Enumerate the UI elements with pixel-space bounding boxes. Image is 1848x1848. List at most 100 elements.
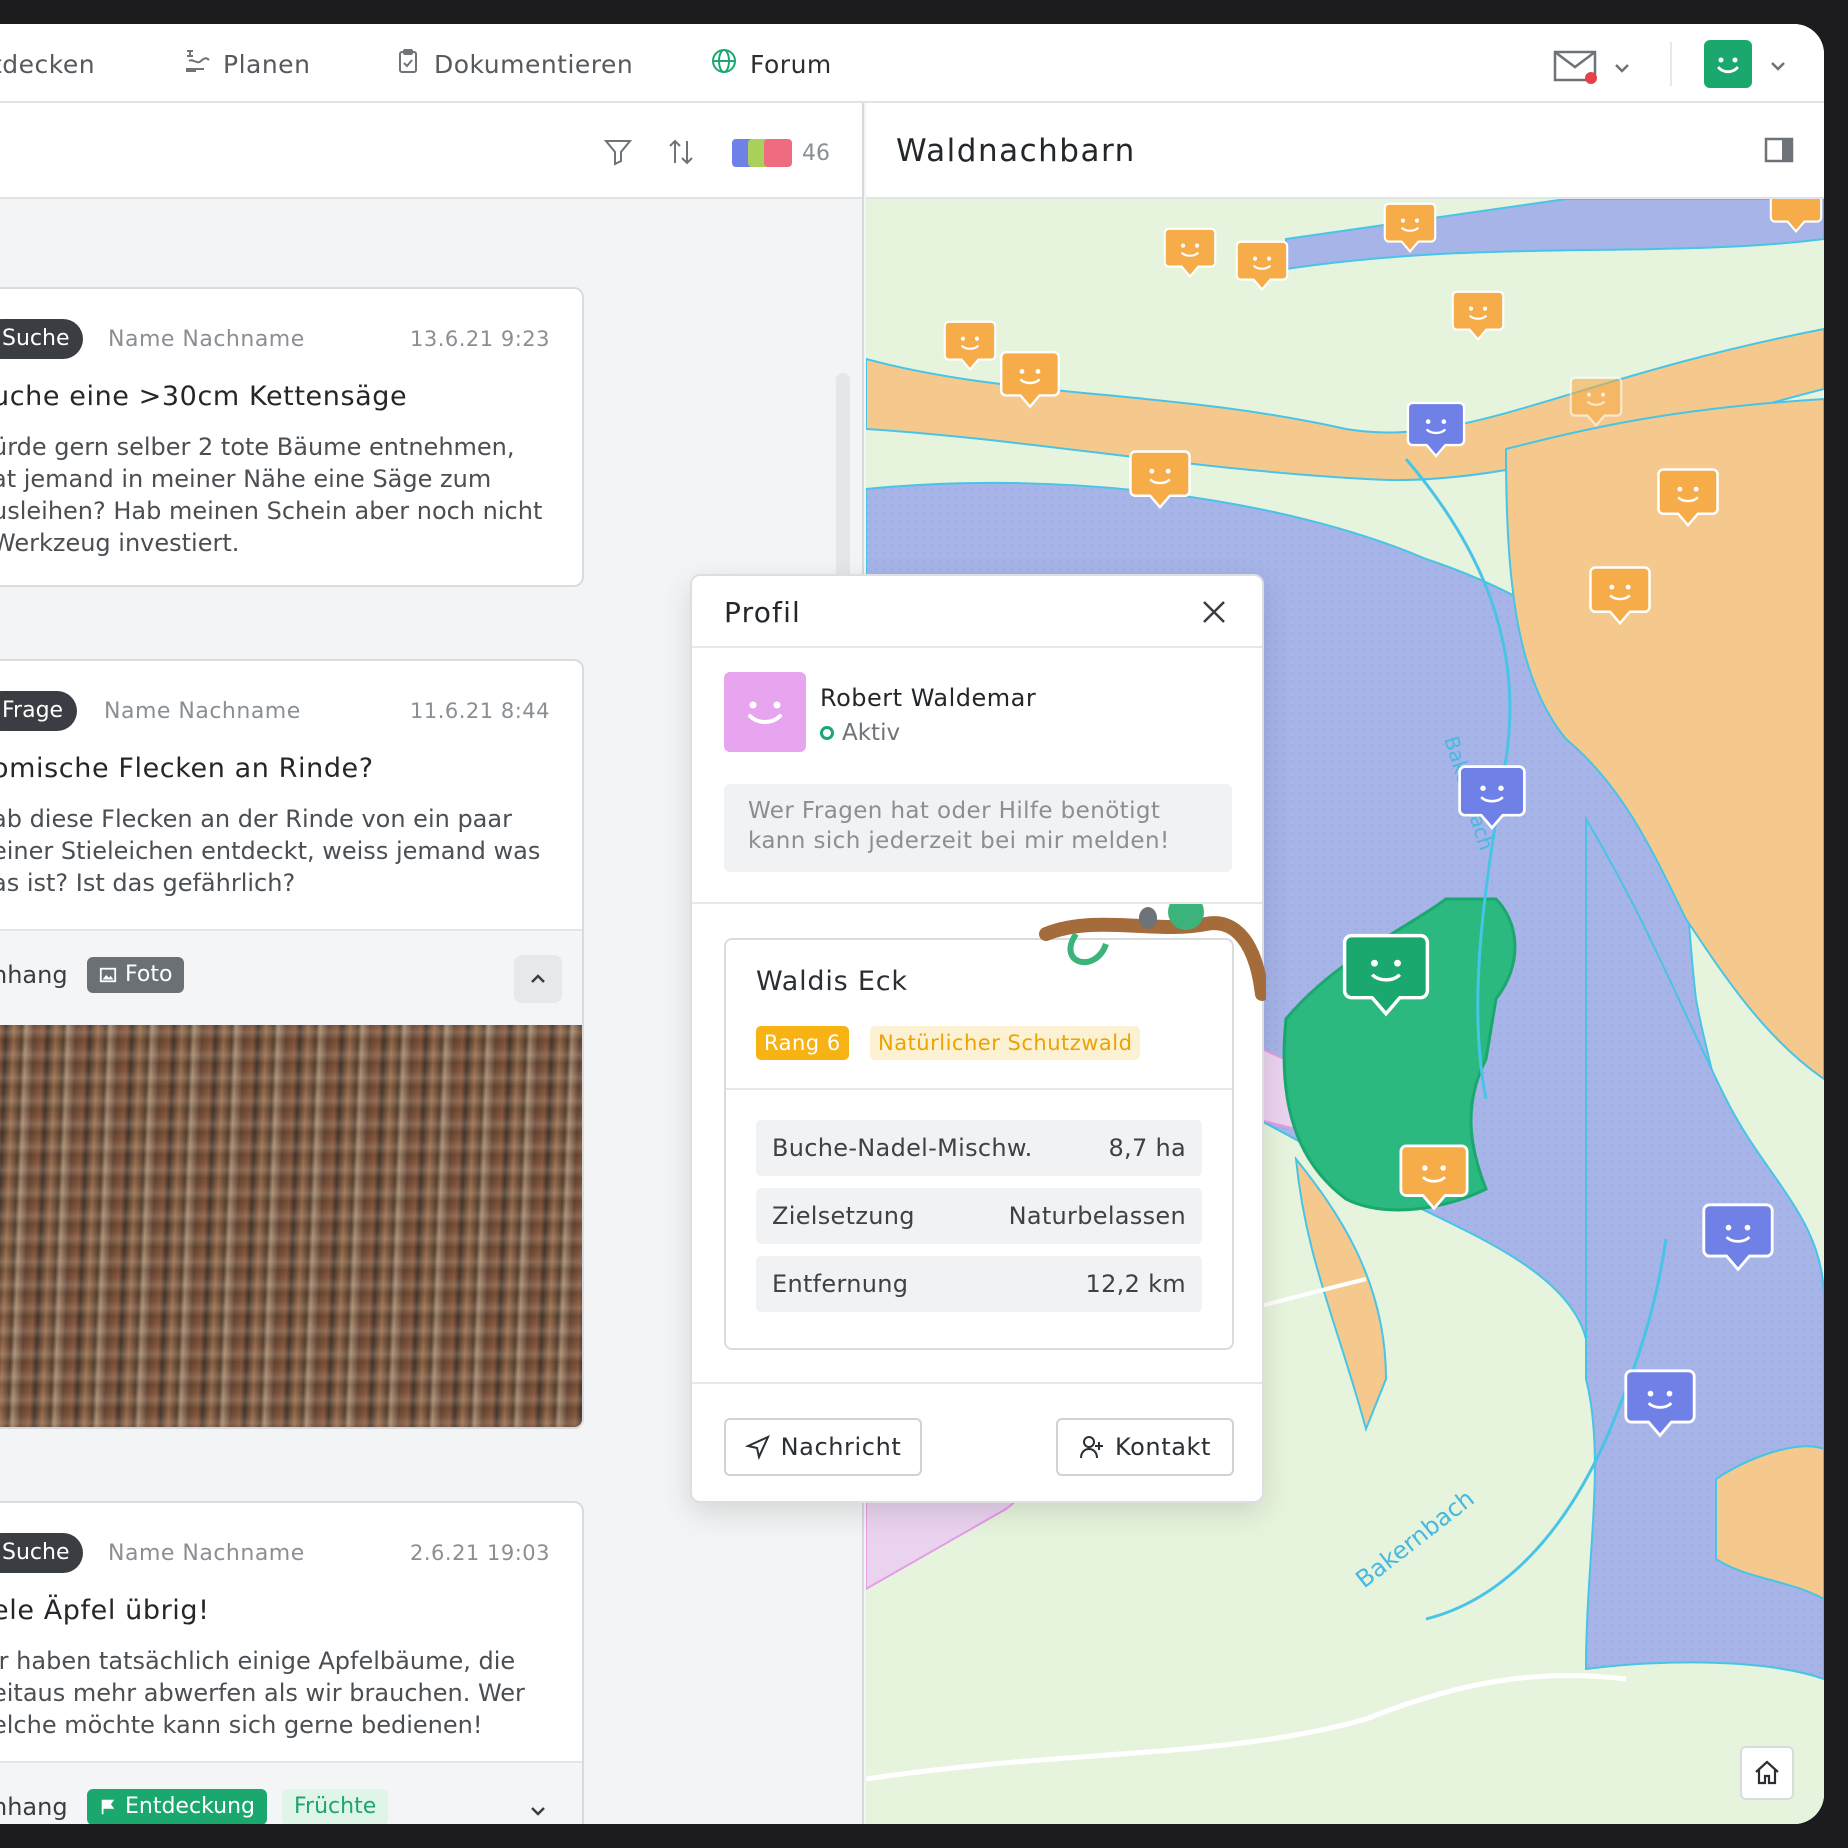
forest-type-badge: Natürlicher Schutzwald [870,1026,1141,1060]
globe-icon [710,47,738,81]
sort-icon[interactable] [666,137,696,167]
plan-icon [183,47,211,81]
member-count: 46 [802,141,830,166]
post-author[interactable]: Name Nachname [104,699,301,724]
divider [692,1382,1262,1384]
mail-button[interactable] [1552,46,1652,86]
chevron-down-icon [531,1807,545,1816]
home-icon [1755,1760,1779,1785]
filter-icon[interactable] [603,137,633,167]
app-window: tdecken Planen Dokumentieren Forum 46 Su… [0,24,1824,1824]
photo-chip: Foto [87,957,185,993]
forest-card[interactable]: Waldis Eck Rang 6 Natürlicher Schutzwald… [724,904,1266,1350]
post-tag: Suche [0,319,84,359]
panel-toggle-icon[interactable] [1764,137,1794,163]
button-label: Nachricht [780,1433,902,1461]
profile-header: Profil [692,576,1262,648]
user-menu[interactable] [1704,40,1794,90]
home-button[interactable] [1740,1746,1794,1800]
post-body: ürde gern selber 2 tote Bäume entnehmen,… [0,433,543,557]
nav-item-label: Dokumentieren [434,49,634,79]
image-icon [99,967,117,983]
nav-item-entdecken[interactable]: tdecken [0,46,95,82]
profile-avatar [724,672,806,752]
profile-name: Robert Waldemar [820,684,1037,712]
info-value: 12,2 km [1085,1270,1186,1298]
post-body: ir haben tatsächlich einige Apfelbäume, … [0,1647,525,1739]
post-tag: Frage [0,691,78,731]
discovery-chip: Entdeckung [87,1789,267,1824]
post-card[interactable]: Suche Name Nachname 2.6.21 19:03 ele Äpf… [0,1501,584,1824]
attachment-label: nhang [0,961,68,989]
expand-button[interactable] [514,1787,562,1824]
map-toolbar: Waldnachbarn [866,103,1824,199]
divider [1670,42,1672,86]
member-avatars[interactable]: 46 [732,139,832,169]
branch-bird-illustration [1039,904,1266,1001]
post-title: uche eine >30cm Kettensäge [0,381,408,412]
collapse-button[interactable] [514,955,562,1003]
avatar-pink-icon [764,139,792,167]
post-card[interactable]: Frage Name Nachname 11.6.21 8:44 omische… [0,659,584,1429]
nav-item-label: Planen [223,49,311,79]
post-date: 11.6.21 8:44 [410,699,550,723]
add-contact-button[interactable]: Kontakt [1056,1418,1234,1476]
forest-info-row: Entfernung 12,2 km [756,1256,1202,1312]
nav-item-forum[interactable]: Forum [710,46,832,82]
smiley-icon [748,701,782,724]
forest-name: Waldis Eck [756,966,908,997]
chevron-up-icon [531,974,545,983]
chip-label: Foto [125,962,173,987]
post-card[interactable]: Suche Name Nachname 13.6.21 9:23 uche ei… [0,287,584,587]
post-author[interactable]: Name Nachname [108,1541,305,1566]
mail-icon [1553,50,1597,84]
rank-badge: Rang 6 [756,1026,849,1060]
attachment-label: nhang [0,1793,68,1821]
post-title: omische Flecken an Rinde? [0,753,374,784]
send-icon [744,1435,770,1460]
bark-photo[interactable] [0,1025,582,1427]
profile-bio: Wer Fragen hat oder Hilfe benötigt kann … [724,784,1232,872]
smiley-icon [1717,57,1739,74]
close-icon[interactable] [1198,596,1230,628]
post-date: 2.6.21 19:03 [410,1541,550,1565]
chevron-down-icon [1771,62,1785,71]
chip-label: Entdeckung [125,1794,255,1819]
divider [726,1088,1232,1090]
forest-info-row: Zielsetzung Naturbelassen [756,1188,1202,1244]
nav-item-planen[interactable]: Planen [183,46,310,82]
chip-label: Früchte [294,1794,377,1819]
info-key: Entfernung [772,1270,909,1298]
post-tag: Suche [0,1533,84,1573]
profile-status: Aktiv [820,720,900,746]
map-title: Waldnachbarn [896,133,1136,169]
post-title: ele Äpfel übrig! [0,1595,210,1626]
clipboard-icon [394,47,422,81]
fruit-chip: Früchte [282,1789,389,1824]
info-key: Buche-Nadel-Mischw. [772,1134,1033,1162]
avatar [1704,40,1752,88]
flag-icon [101,1799,115,1815]
info-value: 8,7 ha [1108,1134,1186,1162]
nav-item-label: tdecken [0,49,96,79]
status-label: Aktiv [842,720,901,746]
post-author[interactable]: Name Nachname [108,327,305,352]
button-label: Kontakt [1114,1433,1212,1461]
status-dot-icon [820,726,834,740]
profile-popup: Profil Robert Waldemar Aktiv Wer Fragen … [690,574,1266,1503]
message-button[interactable]: Nachricht [724,1418,922,1476]
nav-item-label: Forum [750,49,832,79]
forest-info-row: Buche-Nadel-Mischw. 8,7 ha [756,1120,1202,1176]
add-user-icon [1079,1436,1103,1459]
attachment-bar: nhang Foto [0,929,582,1025]
list-toolbar: 46 [0,103,862,199]
top-navigation: tdecken Planen Dokumentieren Forum [0,24,1824,103]
info-value: Naturbelassen [1008,1202,1186,1230]
info-key: Zielsetzung [772,1202,915,1230]
nav-item-dokumentieren[interactable]: Dokumentieren [394,46,633,82]
post-body: ab diese Flecken an der Rinde von ein pa… [0,805,541,897]
post-date: 13.6.21 9:23 [410,327,550,351]
chevron-down-icon [1615,64,1629,73]
attachment-bar: nhang Entdeckung Früchte [0,1761,582,1824]
profile-title: Profil [724,596,802,629]
